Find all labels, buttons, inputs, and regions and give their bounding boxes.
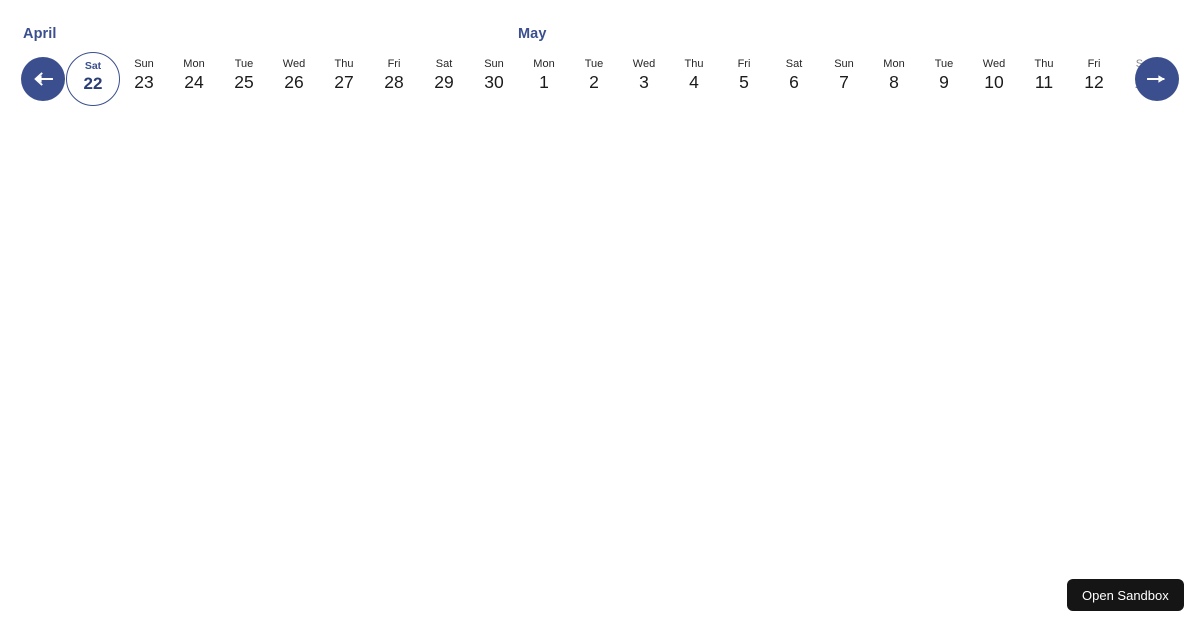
day-number-label: 28 xyxy=(384,72,404,92)
day-number-label: 5 xyxy=(739,72,749,92)
day-number-label: 25 xyxy=(234,72,254,92)
day-number-label: 7 xyxy=(839,72,849,92)
day-of-week-label: Thu xyxy=(1034,58,1054,70)
open-sandbox-button[interactable]: Open Sandbox xyxy=(1067,579,1184,611)
month-label: May xyxy=(518,26,547,42)
day-number-label: 1 xyxy=(539,72,549,92)
day-number-label: 24 xyxy=(184,72,204,92)
day-cell[interactable]: Wed 10 xyxy=(969,48,1019,110)
day-cell[interactable]: Mon 1 xyxy=(519,48,569,110)
day-of-week-label: Tue xyxy=(234,58,254,70)
day-cell[interactable]: Wed 3 xyxy=(619,48,669,110)
day-number-label: 12 xyxy=(1084,72,1104,92)
day-of-week-label: Sun xyxy=(484,58,504,70)
day-number-label: 22 xyxy=(83,74,103,93)
day-number-label: 10 xyxy=(984,72,1004,92)
day-number-label: 23 xyxy=(134,72,154,92)
previous-dates-button[interactable] xyxy=(21,57,65,101)
day-cell[interactable]: Tue 25 xyxy=(219,48,269,110)
day-number-label: 6 xyxy=(789,72,799,92)
day-cell[interactable]: Tue 9 xyxy=(919,48,969,110)
day-cell[interactable]: Thu 11 xyxy=(1019,48,1069,110)
day-cell[interactable]: Wed 26 xyxy=(269,48,319,110)
day-number-label: 8 xyxy=(889,72,899,92)
day-of-week-label: Mon xyxy=(883,58,905,70)
day-cell[interactable]: Fri 12 xyxy=(1069,48,1119,110)
day-cell[interactable]: Sat 6 xyxy=(769,48,819,110)
next-dates-button[interactable] xyxy=(1135,57,1179,101)
day-of-week-label: Mon xyxy=(183,58,205,70)
day-of-week-label: Tue xyxy=(934,58,954,70)
day-number-label: 26 xyxy=(284,72,304,92)
day-of-week-label: Sun xyxy=(834,58,854,70)
day-cell-row: Sat 22 Sun 23 Mon 24 Tue 25 Wed 26 Thu 27 Fri 28 Sat 29… xyxy=(0,48,1200,114)
day-of-week-label: Fri xyxy=(737,58,751,70)
arrow-right-icon xyxy=(1147,72,1167,86)
day-of-week-label: Sat xyxy=(785,58,803,70)
day-cell[interactable]: Sun 30 xyxy=(469,48,519,110)
day-cell[interactable]: Sun 23 xyxy=(119,48,169,110)
day-of-week-label: Thu xyxy=(334,58,354,70)
day-of-week-label: Fri xyxy=(1087,58,1101,70)
day-number-label: 9 xyxy=(939,72,949,92)
day-number-label: 29 xyxy=(434,72,454,92)
day-cell-selected[interactable]: Sat 22 xyxy=(66,52,120,106)
day-number-label: 30 xyxy=(484,72,504,92)
arrow-left-icon xyxy=(33,72,53,86)
day-of-week-label: Sat xyxy=(84,60,102,72)
day-of-week-label: Fri xyxy=(387,58,401,70)
day-cell[interactable]: Mon 8 xyxy=(869,48,919,110)
day-of-week-label: Tue xyxy=(584,58,604,70)
month-label: April xyxy=(23,26,57,42)
day-of-week-label: Wed xyxy=(282,58,306,70)
day-of-week-label: Thu xyxy=(684,58,704,70)
day-cell[interactable]: Mon 24 xyxy=(169,48,219,110)
day-of-week-label: Wed xyxy=(982,58,1006,70)
day-of-week-label: Mon xyxy=(533,58,555,70)
day-cell[interactable]: Fri 28 xyxy=(369,48,419,110)
day-cell[interactable]: Thu 4 xyxy=(669,48,719,110)
day-number-label: 2 xyxy=(589,72,599,92)
day-of-week-label: Sun xyxy=(134,58,154,70)
day-number-label: 3 xyxy=(639,72,649,92)
month-label-row: April May xyxy=(0,0,1200,48)
day-cell[interactable]: Tue 2 xyxy=(569,48,619,110)
date-strip-picker: April May Sat 22 Sun 23 Mon 24 Tue 25 Wed 26 Thu 27 F… xyxy=(0,0,1200,120)
day-number-label: 4 xyxy=(689,72,699,92)
day-number-label: 11 xyxy=(1034,72,1054,92)
day-cell[interactable]: Thu 27 xyxy=(319,48,369,110)
day-of-week-label: Wed xyxy=(632,58,656,70)
day-cell[interactable]: Fri 5 xyxy=(719,48,769,110)
day-of-week-label: Sat xyxy=(435,58,453,70)
day-cell[interactable]: Sat 29 xyxy=(419,48,469,110)
day-cell[interactable]: Sun 7 xyxy=(819,48,869,110)
day-number-label: 27 xyxy=(334,72,354,92)
